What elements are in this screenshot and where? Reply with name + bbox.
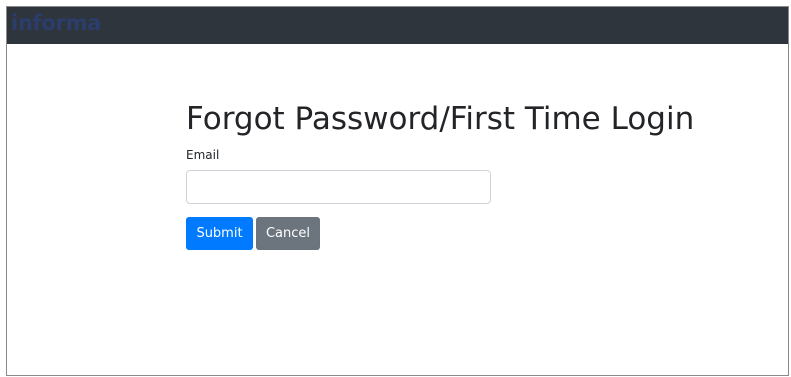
brand-logo[interactable]: informa (11, 11, 101, 35)
page-title: Forgot Password/First Time Login (186, 101, 695, 137)
top-navbar: informa (7, 7, 788, 44)
email-field[interactable] (186, 170, 491, 204)
forgot-password-form: Forgot Password/First Time Login Email S… (186, 100, 746, 250)
submit-button[interactable]: Submit (186, 217, 253, 250)
cancel-button[interactable]: Cancel (256, 217, 320, 250)
page-frame: informa Forgot Password/First Time Login… (6, 6, 789, 376)
email-label: Email (186, 148, 220, 162)
form-actions: Submit Cancel (186, 217, 746, 250)
